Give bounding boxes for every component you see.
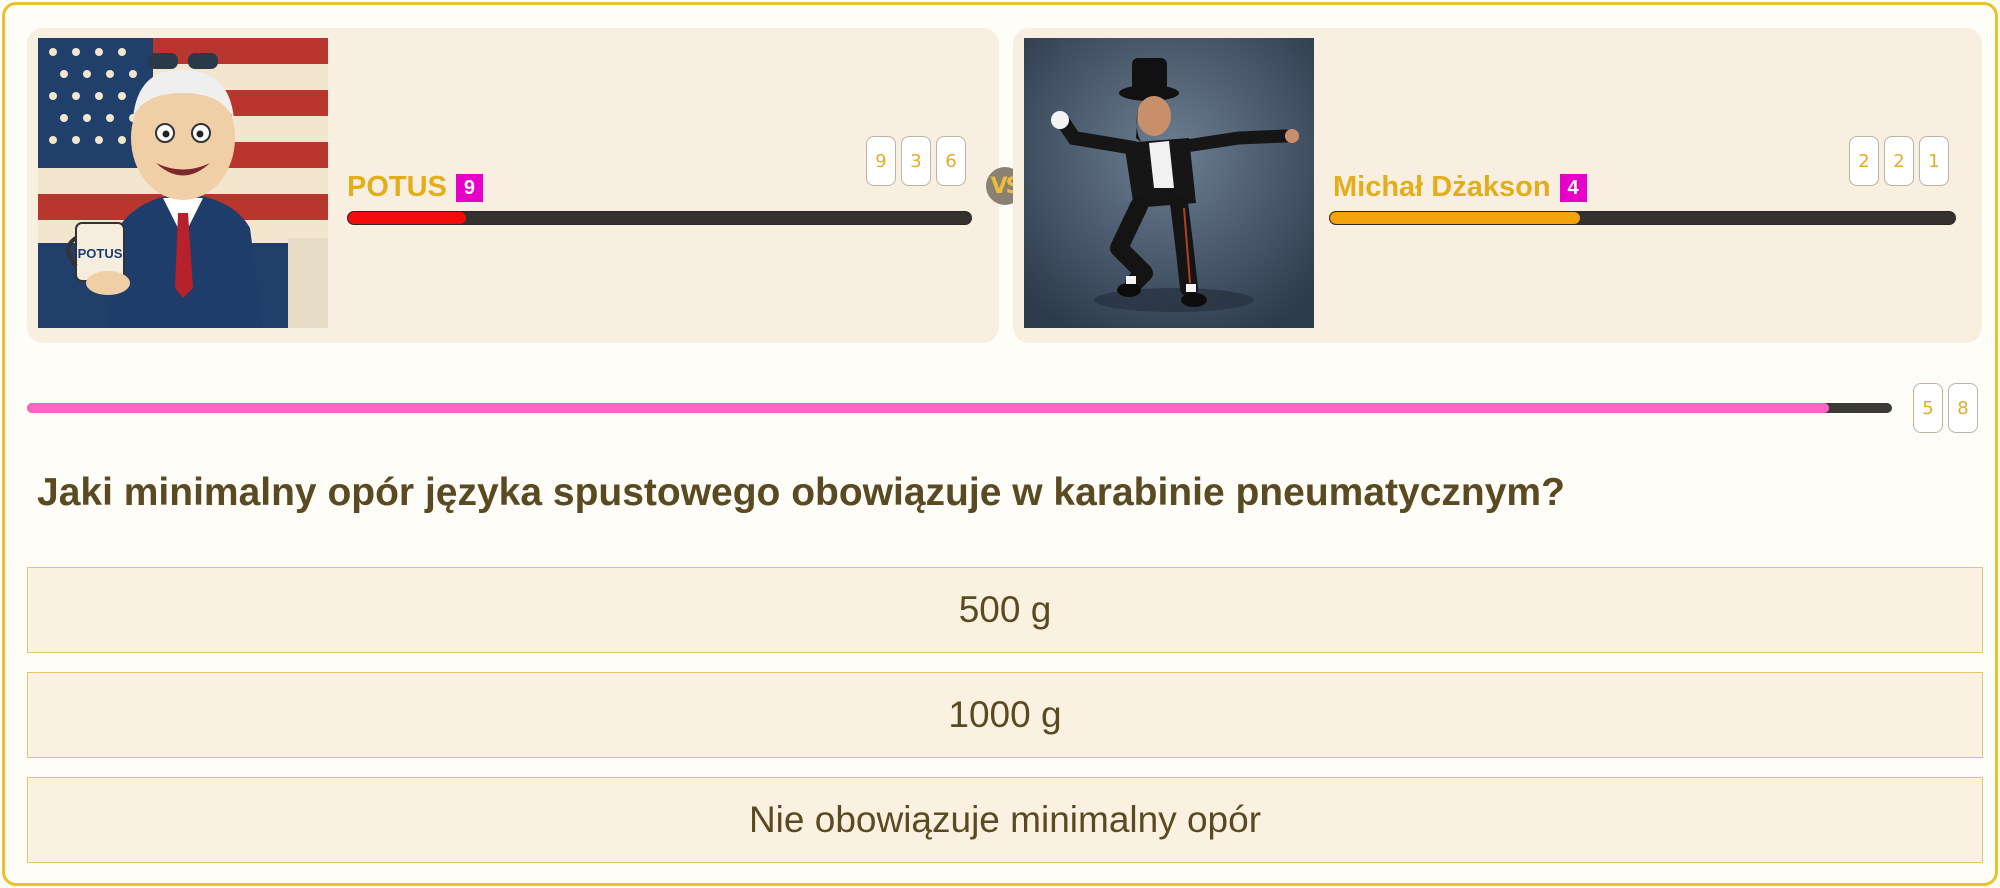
answer-option-1[interactable]: 500 g <box>27 567 1983 653</box>
player-1-name-text: POTUS <box>347 171 447 203</box>
mug-text: POTUS <box>78 246 123 261</box>
timer-digit: 8 <box>1948 383 1978 433</box>
player-card-2: Michał Dżakson 4 2 2 1 <box>1013 28 1982 343</box>
question-text: Jaki minimalny opór języka spustowego ob… <box>37 471 1565 514</box>
player-2-name: Michał Dżakson 4 <box>1333 171 1587 204</box>
player-1-score-digit: 3 <box>901 136 931 186</box>
potus-portrait-image: POTUS <box>38 38 328 328</box>
timer-bar <box>27 403 1892 413</box>
player-2-score: 2 2 1 <box>1849 136 1949 186</box>
player-2-score-digit: 2 <box>1849 136 1879 186</box>
player-card-1: POTUS POTUS 9 9 3 6 <box>27 28 999 343</box>
player-1-score: 9 3 6 <box>866 136 966 186</box>
answer-option-2[interactable]: 1000 g <box>27 672 1983 758</box>
timer-digits: 5 8 <box>1913 383 1978 433</box>
dancer-portrait-image <box>1024 38 1314 328</box>
player-2-name-text: Michał Dżakson <box>1333 171 1551 203</box>
player-2-score-digit: 1 <box>1919 136 1949 186</box>
player-1-score-digit: 6 <box>936 136 966 186</box>
player-2-avatar <box>1024 38 1314 328</box>
timer-digit: 5 <box>1913 383 1943 433</box>
player-1-score-digit: 9 <box>866 136 896 186</box>
player-2-hp-fill <box>1330 212 1580 224</box>
player-2-hp-bar <box>1329 211 1956 225</box>
player-1-hp-fill <box>348 212 467 224</box>
game-frame: POTUS POTUS 9 9 3 6 VS Michał Dżakson 4 … <box>2 2 1998 886</box>
player-1-avatar: POTUS <box>38 38 328 328</box>
timer-fill <box>27 403 1829 413</box>
player-1-hp-bar <box>347 211 972 225</box>
player-2-level-badge: 4 <box>1559 173 1587 202</box>
player-1-level-badge: 9 <box>455 173 483 202</box>
player-1-name: POTUS 9 <box>347 171 483 204</box>
player-2-score-digit: 2 <box>1884 136 1914 186</box>
answer-option-3[interactable]: Nie obowiązuje minimalny opór <box>27 777 1983 863</box>
